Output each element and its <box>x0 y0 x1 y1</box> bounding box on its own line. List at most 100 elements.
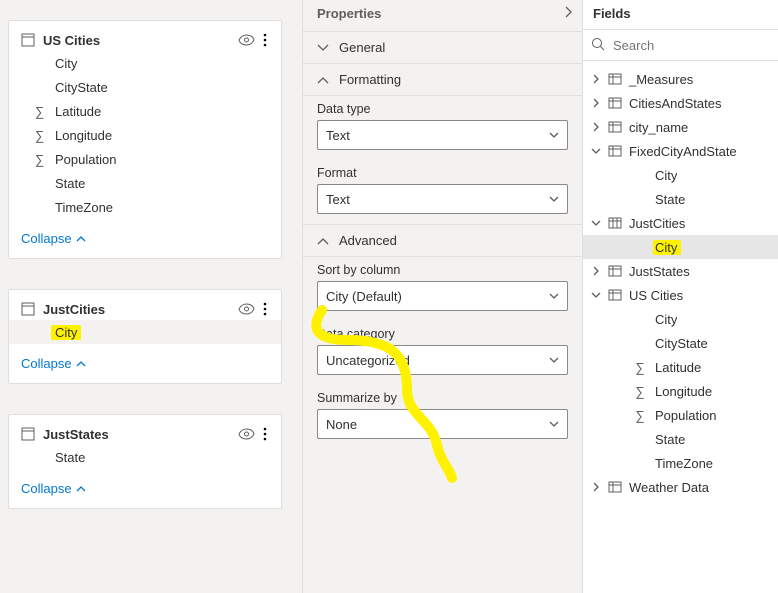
data-type-select[interactable]: Text <box>317 120 568 150</box>
tree-table-row[interactable]: US Cities <box>583 283 778 307</box>
table-title: US Cities <box>43 33 238 48</box>
tree-field-row[interactable]: ∑Longitude <box>583 379 778 403</box>
table-icon <box>607 216 623 230</box>
collapse-link[interactable]: Collapse <box>21 219 269 246</box>
sort-by-select[interactable]: City (Default) <box>317 281 568 311</box>
sigma-icon: ∑ <box>35 128 51 143</box>
field-row[interactable]: ∑Latitude <box>21 99 269 123</box>
table-icon <box>607 264 623 278</box>
table-icon <box>607 480 623 494</box>
more-icon[interactable] <box>261 425 269 443</box>
tree-table-row[interactable]: _Measures <box>583 67 778 91</box>
chevron-up-icon <box>317 76 329 84</box>
fields-header: Fields <box>583 0 778 29</box>
chevron-right-icon[interactable] <box>589 98 603 108</box>
fields-tree: _Measures CitiesAndStates city_name FixedCi… <box>583 61 778 505</box>
tree-label: TimeZone <box>653 456 713 471</box>
tree-table-row[interactable]: Weather Data <box>583 475 778 499</box>
tree-field-row[interactable]: City <box>583 163 778 187</box>
tree-field-row[interactable]: ∑Latitude <box>583 355 778 379</box>
table-title: JustCities <box>43 302 238 317</box>
search-icon <box>591 37 605 54</box>
field-row[interactable]: City <box>9 320 281 344</box>
collapse-link[interactable]: Collapse <box>21 344 269 371</box>
tree-field-row[interactable]: CityState <box>583 331 778 355</box>
chevron-down-icon[interactable] <box>589 219 603 227</box>
tree-label: State <box>653 432 685 447</box>
data-category-select[interactable]: Uncategorized <box>317 345 568 375</box>
tree-label: Longitude <box>653 384 712 399</box>
sort-by-label: Sort by column <box>317 263 568 277</box>
chevron-down-icon <box>549 421 559 427</box>
table-icon <box>607 96 623 110</box>
data-type-label: Data type <box>317 102 568 116</box>
tree-label: City <box>653 240 681 255</box>
tree-table-row[interactable]: city_name <box>583 115 778 139</box>
format-select[interactable]: Text <box>317 184 568 214</box>
section-formatting[interactable]: Formatting <box>303 64 582 96</box>
field-row[interactable]: ∑Longitude <box>21 123 269 147</box>
tree-label: JustStates <box>627 264 690 279</box>
field-row[interactable]: State <box>21 171 269 195</box>
properties-pane: Properties General Formatting Data type … <box>302 0 582 593</box>
sigma-icon: ∑ <box>35 104 51 119</box>
visibility-icon[interactable] <box>238 303 255 315</box>
tree-label: city_name <box>627 120 688 135</box>
tree-table-row[interactable]: FixedCityAndState <box>583 139 778 163</box>
chevron-up-icon <box>76 486 86 492</box>
chevron-right-icon[interactable] <box>564 6 572 21</box>
field-row[interactable]: TimeZone <box>21 195 269 219</box>
table-card-us-cities[interactable]: US Cities City CityState ∑Latitude ∑Long… <box>8 20 282 259</box>
tree-label: _Measures <box>627 72 693 87</box>
table-card-just-cities[interactable]: JustCities City Collapse <box>8 289 282 384</box>
tree-label: US Cities <box>627 288 683 303</box>
field-row[interactable]: CityState <box>21 75 269 99</box>
chevron-down-icon[interactable] <box>589 291 603 299</box>
chevron-right-icon[interactable] <box>589 74 603 84</box>
field-row[interactable]: City <box>21 51 269 75</box>
chevron-down-icon <box>549 132 559 138</box>
tree-field-row[interactable]: State <box>583 187 778 211</box>
chevron-down-icon[interactable] <box>589 147 603 155</box>
search-input[interactable] <box>611 37 770 54</box>
chevron-up-icon <box>76 361 86 367</box>
table-icon <box>607 120 623 134</box>
chevron-up-icon <box>76 236 86 242</box>
tree-label: City <box>653 168 677 183</box>
section-advanced[interactable]: Advanced <box>303 224 582 257</box>
search-box[interactable] <box>583 29 778 61</box>
tree-field-row[interactable]: TimeZone <box>583 451 778 475</box>
format-label: Format <box>317 166 568 180</box>
table-icon <box>607 144 623 158</box>
table-card-just-states[interactable]: JustStates State Collapse <box>8 414 282 509</box>
chevron-down-icon <box>549 196 559 202</box>
table-icon <box>21 302 35 316</box>
chevron-right-icon[interactable] <box>589 266 603 276</box>
tree-field-row[interactable]: City <box>583 235 778 259</box>
tree-label: Population <box>653 408 716 423</box>
field-row[interactable]: State <box>21 445 269 469</box>
tree-field-row[interactable]: ∑Population <box>583 403 778 427</box>
tree-label: Latitude <box>653 360 701 375</box>
tree-label: City <box>653 312 677 327</box>
tree-table-row[interactable]: CitiesAndStates <box>583 91 778 115</box>
chevron-right-icon[interactable] <box>589 482 603 492</box>
summarize-select[interactable]: None <box>317 409 568 439</box>
tree-field-row[interactable]: State <box>583 427 778 451</box>
tree-label: State <box>653 192 685 207</box>
more-icon[interactable] <box>261 31 269 49</box>
table-icon <box>607 72 623 86</box>
tree-field-row[interactable]: City <box>583 307 778 331</box>
more-icon[interactable] <box>261 300 269 318</box>
visibility-icon[interactable] <box>238 34 255 46</box>
tree-table-row[interactable]: JustStates <box>583 259 778 283</box>
visibility-icon[interactable] <box>238 428 255 440</box>
tree-table-row[interactable]: JustCities <box>583 211 778 235</box>
section-general[interactable]: General <box>303 31 582 64</box>
data-category-label: Data category <box>317 327 568 341</box>
chevron-up-icon <box>317 237 329 245</box>
collapse-link[interactable]: Collapse <box>21 469 269 496</box>
chevron-right-icon[interactable] <box>589 122 603 132</box>
tree-label: FixedCityAndState <box>627 144 737 159</box>
field-row[interactable]: ∑Population <box>21 147 269 171</box>
